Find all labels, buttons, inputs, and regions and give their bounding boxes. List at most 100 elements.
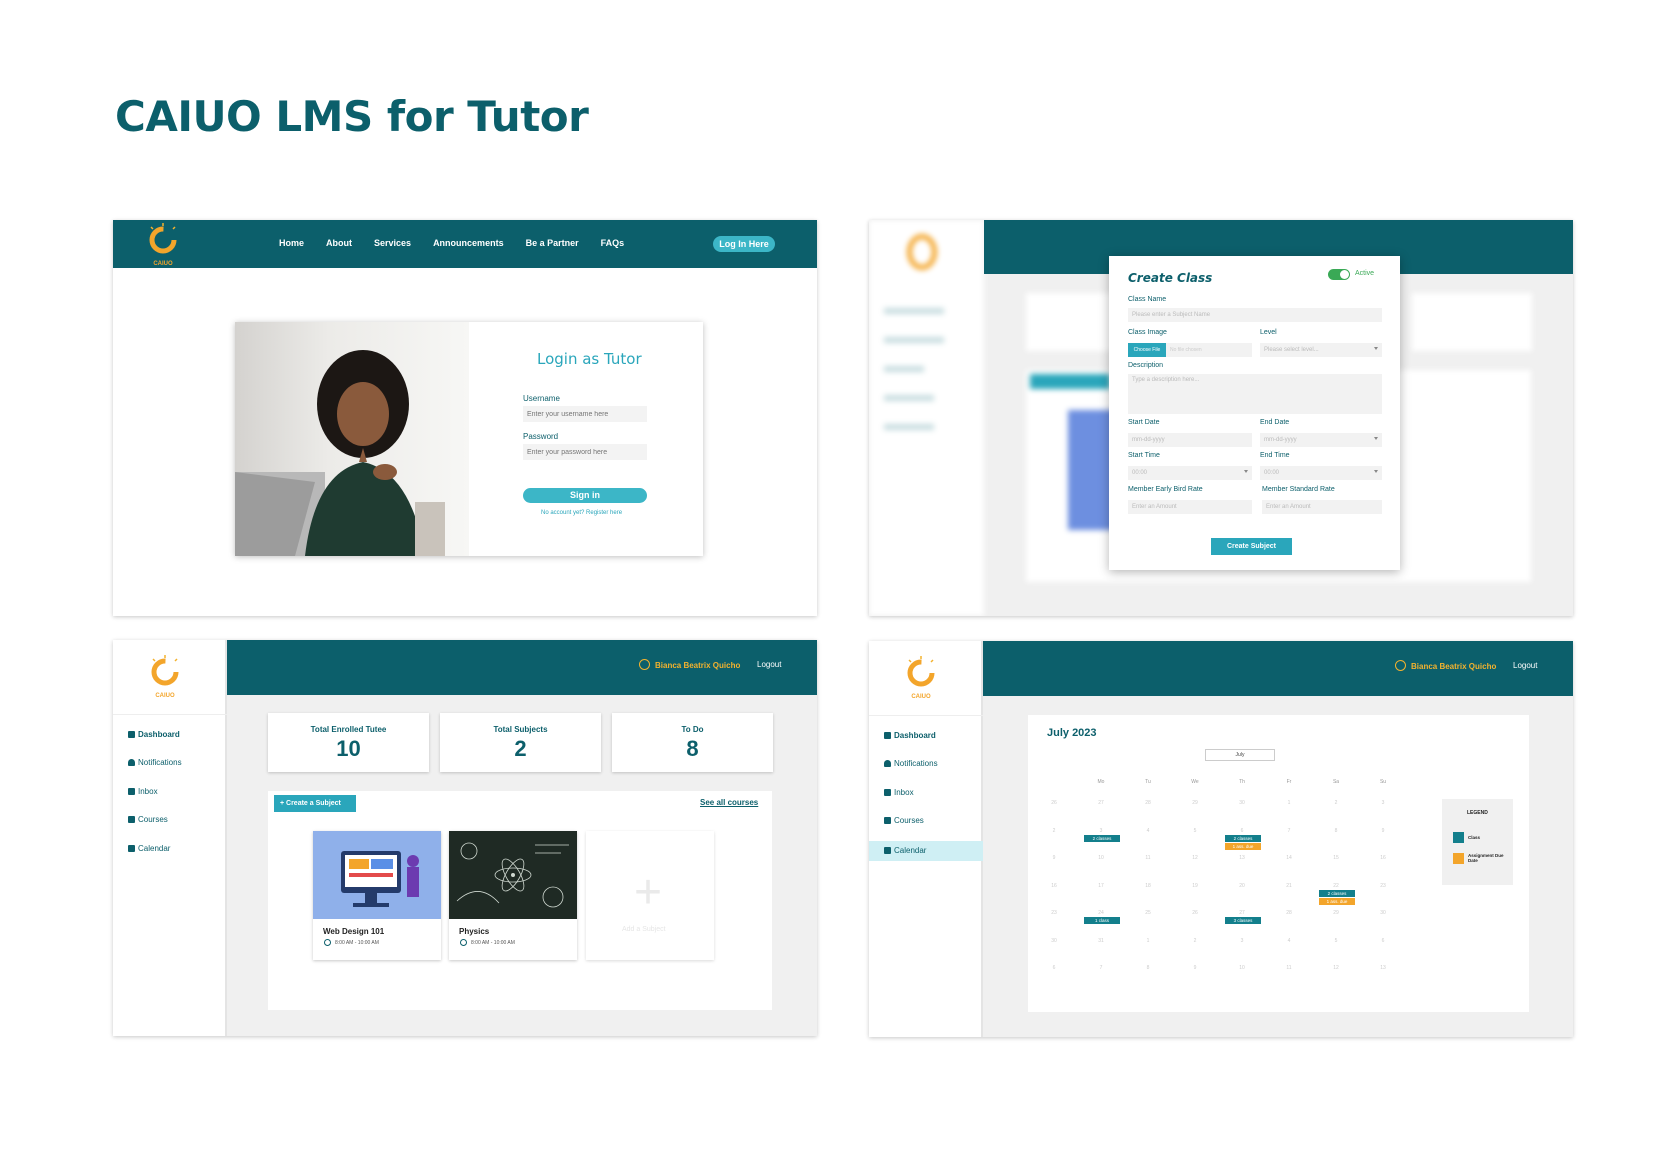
calendar-day[interactable]: 8	[1326, 828, 1346, 834]
calendar-day[interactable]: 6	[1373, 938, 1393, 944]
calendar-day[interactable]: 16	[1044, 883, 1064, 889]
sidebar-item-calendar[interactable]: Calendar	[113, 839, 227, 859]
sidebar-item-calendar[interactable]: Calendar	[869, 841, 983, 861]
calendar-day[interactable]: 3	[1232, 938, 1252, 944]
logout-link[interactable]: Logout	[757, 660, 781, 669]
calendar-day[interactable]: 10	[1091, 855, 1111, 861]
add-subject-card[interactable]: + Add a Subject	[586, 831, 714, 960]
sign-in-button[interactable]: Sign in	[523, 488, 647, 503]
calendar-day[interactable]: 12	[1326, 965, 1346, 971]
calendar-day[interactable]: 14	[1279, 855, 1299, 861]
user-name[interactable]: Bianca Beatrix Quicho	[1411, 662, 1496, 671]
calendar-day[interactable]: 12	[1185, 855, 1205, 861]
calendar-day[interactable]: 30	[1232, 800, 1252, 806]
calendar-day[interactable]: 3	[1373, 800, 1393, 806]
sidebar-item-courses[interactable]: Courses	[869, 811, 983, 831]
start-time-input[interactable]: 00:00	[1128, 466, 1252, 480]
calendar-day[interactable]: 23	[1044, 910, 1064, 916]
start-date-input[interactable]: mm-dd-yyyy	[1128, 433, 1252, 447]
month-select[interactable]: July	[1205, 749, 1275, 761]
calendar-day[interactable]: 30	[1373, 910, 1393, 916]
assignment-due-event[interactable]: 1 ass. due	[1319, 897, 1355, 905]
description-textarea[interactable]: Type a description here...	[1128, 374, 1382, 414]
password-input[interactable]	[523, 444, 647, 460]
calendar-day[interactable]: 26	[1185, 910, 1205, 916]
calendar-day[interactable]: 6	[1044, 965, 1064, 971]
sidebar-item-inbox[interactable]: Inbox	[113, 782, 227, 802]
calendar-day[interactable]: 9	[1044, 855, 1064, 861]
calendar-day[interactable]: 30	[1044, 938, 1064, 944]
choose-file-button[interactable]: Choose File	[1128, 343, 1166, 357]
nav-home[interactable]: Home	[279, 238, 304, 248]
calendar-day[interactable]: 2	[1044, 828, 1064, 834]
calendar-day[interactable]: 8	[1138, 965, 1158, 971]
class-event[interactable]: 2 classes	[1084, 834, 1120, 842]
calendar-day[interactable]: 27	[1091, 800, 1111, 806]
nav-services[interactable]: Services	[374, 238, 411, 248]
sidebar-item-notifications[interactable]: Notifications	[113, 753, 227, 773]
calendar-day[interactable]: 11	[1138, 855, 1158, 861]
calendar-day[interactable]: 24	[1091, 910, 1111, 916]
calendar-day[interactable]: 2	[1185, 938, 1205, 944]
calendar-day[interactable]: 16	[1373, 855, 1393, 861]
calendar-day[interactable]: 9	[1373, 828, 1393, 834]
calendar-day[interactable]: 28	[1279, 910, 1299, 916]
calendar-day[interactable]: 31	[1091, 938, 1111, 944]
course-card-web-design[interactable]: Web Design 101 8:00 AM - 10:00 AM	[313, 831, 441, 960]
nav-be-a-partner[interactable]: Be a Partner	[526, 238, 579, 248]
class-event[interactable]: 2 classes	[1225, 834, 1261, 842]
level-select[interactable]: Please select level...	[1260, 343, 1382, 357]
assignment-due-event[interactable]: 1 ass. due	[1225, 842, 1261, 850]
calendar-day[interactable]: 7	[1279, 828, 1299, 834]
class-event[interactable]: 2 classes	[1319, 889, 1355, 897]
calendar-day[interactable]: 2	[1326, 800, 1346, 806]
calendar-day[interactable]: 21	[1279, 883, 1299, 889]
calendar-day[interactable]: 26	[1044, 800, 1064, 806]
calendar-day[interactable]: 17	[1091, 883, 1111, 889]
calendar-day[interactable]: 4	[1138, 828, 1158, 834]
calendar-day[interactable]: 5	[1326, 938, 1346, 944]
calendar-day[interactable]: 4	[1279, 938, 1299, 944]
nav-faqs[interactable]: FAQs	[601, 238, 625, 248]
class-event[interactable]: 1 class	[1084, 917, 1120, 924]
early-rate-input[interactable]: Enter an Amount	[1128, 500, 1252, 514]
calendar-day[interactable]: 15	[1326, 855, 1346, 861]
calendar-day[interactable]: 13	[1373, 965, 1393, 971]
course-card-physics[interactable]: Physics 8:00 AM - 10:00 AM	[449, 831, 577, 960]
calendar-day[interactable]: 11	[1279, 965, 1299, 971]
calendar-day[interactable]: 5	[1185, 828, 1205, 834]
active-toggle[interactable]	[1328, 269, 1350, 280]
user-name[interactable]: Bianca Beatrix Quicho	[655, 661, 740, 670]
username-input[interactable]	[523, 406, 647, 422]
calendar-day[interactable]: 10	[1232, 965, 1252, 971]
class-event[interactable]: 3 classes	[1225, 917, 1261, 924]
standard-rate-input[interactable]: Enter an Amount	[1262, 500, 1382, 514]
calendar-day[interactable]: 1	[1138, 938, 1158, 944]
calendar-day[interactable]: 25	[1138, 910, 1158, 916]
calendar-day[interactable]: 22	[1326, 883, 1346, 889]
sidebar-item-inbox[interactable]: Inbox	[869, 783, 983, 803]
calendar-day[interactable]: 13	[1232, 855, 1252, 861]
calendar-day[interactable]: 6	[1232, 828, 1252, 834]
register-link[interactable]: No account yet? Register here	[541, 510, 622, 516]
calendar-day[interactable]: 3	[1091, 828, 1111, 834]
end-time-input[interactable]: 00:00	[1260, 466, 1382, 480]
class-name-input[interactable]: Please enter a Subject Name	[1128, 308, 1382, 322]
sidebar-item-notifications[interactable]: Notifications	[869, 754, 983, 774]
calendar-day[interactable]: 20	[1232, 883, 1252, 889]
sidebar-item-courses[interactable]: Courses	[113, 810, 227, 830]
calendar-day[interactable]: 19	[1185, 883, 1205, 889]
sidebar-item-dashboard[interactable]: Dashboard	[113, 725, 227, 745]
log-in-button[interactable]: Log In Here	[713, 236, 775, 252]
calendar-day[interactable]: 9	[1185, 965, 1205, 971]
calendar-day[interactable]: 28	[1138, 800, 1158, 806]
calendar-day[interactable]: 29	[1326, 910, 1346, 916]
calendar-day[interactable]: 18	[1138, 883, 1158, 889]
calendar-day[interactable]: 29	[1185, 800, 1205, 806]
calendar-day[interactable]: 1	[1279, 800, 1299, 806]
calendar-day[interactable]: 7	[1091, 965, 1111, 971]
end-date-input[interactable]: mm-dd-yyyy	[1260, 433, 1382, 447]
see-all-courses-link[interactable]: See all courses	[700, 798, 758, 807]
create-subject-button[interactable]: Create Subject	[1211, 538, 1292, 555]
nav-announcements[interactable]: Announcements	[433, 238, 504, 248]
